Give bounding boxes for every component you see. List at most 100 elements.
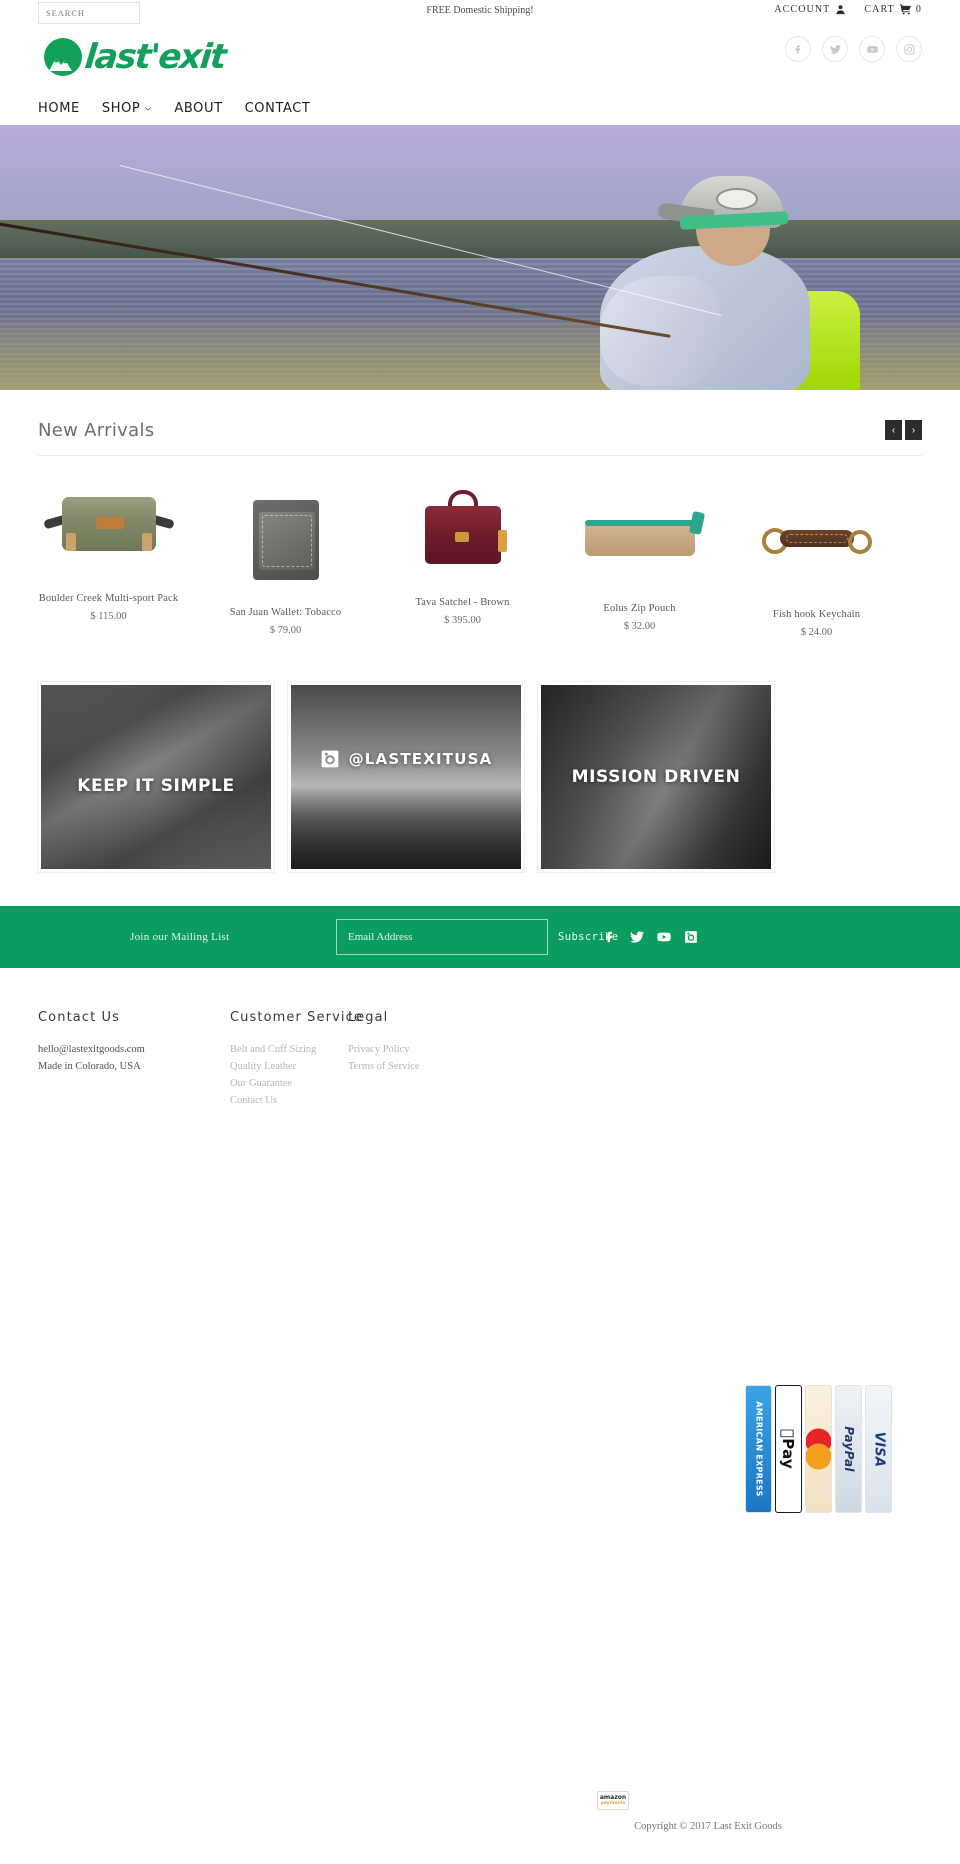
nav-item-home[interactable]: HOME xyxy=(38,101,80,116)
product-price: $ 115.00 xyxy=(90,611,127,622)
nav-label: CONTACT xyxy=(244,101,311,116)
product-image xyxy=(197,484,374,596)
paypal-label: PayPal xyxy=(841,1426,856,1472)
paypal-icon: PayPal xyxy=(835,1385,862,1513)
mastercard-icon xyxy=(805,1385,832,1513)
footer-link[interactable]: Quality Leather xyxy=(230,1058,348,1075)
product-image xyxy=(20,470,197,582)
search-input[interactable] xyxy=(46,8,139,18)
footer-origin: Made in Colorado, USA xyxy=(38,1061,141,1072)
user-icon xyxy=(836,5,845,15)
cart-link[interactable]: CART 0 xyxy=(864,4,922,15)
account-cart-group: ACCOUNT CART 0 xyxy=(774,4,922,15)
product-price: $ 24.00 xyxy=(800,627,833,638)
payment-methods: AMERICAN EXPRESS Pay PayPal VISA xyxy=(745,1385,892,1513)
product-title: Boulder Creek Multi-sport Pack xyxy=(38,593,179,604)
promo-tile-mission-driven[interactable]: MISSION DRIVEN xyxy=(538,682,774,872)
promo-tile-instagram[interactable]: @LASTEXITUSA xyxy=(288,682,524,872)
apple-pay-icon: Pay xyxy=(775,1385,802,1513)
amazon-payments-icon: amazon payments xyxy=(597,1791,629,1810)
account-link[interactable]: ACCOUNT xyxy=(774,4,846,15)
product-image xyxy=(551,480,728,592)
product-card[interactable]: San Juan Wallet: Tobacco $ 79.00 xyxy=(197,470,374,638)
footer-link[interactable]: Privacy Policy xyxy=(348,1041,548,1058)
nav-item-contact[interactable]: CONTACT xyxy=(245,101,311,116)
amazon-label: amazon xyxy=(599,1793,627,1801)
main-navigation: HOME SHOP ABOUT CONTACT xyxy=(0,92,960,125)
account-label: ACCOUNT xyxy=(774,4,831,15)
search-box[interactable] xyxy=(38,2,140,24)
instagram-icon xyxy=(321,750,338,768)
product-card[interactable]: Tava Satchel - Brown $ 395.00 xyxy=(374,470,551,638)
visa-icon: VISA xyxy=(865,1385,892,1513)
product-title: San Juan Wallet: Tobacco xyxy=(229,607,342,618)
email-field[interactable] xyxy=(336,919,548,955)
nav-item-shop[interactable]: SHOP xyxy=(102,101,153,116)
product-card[interactable]: Eolus Zip Pouch $ 32.00 xyxy=(551,470,728,638)
nav-item-about[interactable]: ABOUT xyxy=(174,101,222,116)
facebook-icon[interactable] xyxy=(785,36,811,62)
shipping-message: FREE Domestic Shipping! xyxy=(426,5,534,16)
logo-wordmark: last'exit xyxy=(82,37,228,77)
brand-row: last'exit xyxy=(0,36,960,92)
promo-tiles: KEEP IT SIMPLE @LASTEXITUSA MISSION DRIV… xyxy=(38,682,922,872)
footer-link[interactable]: Contact Us xyxy=(230,1092,348,1109)
mastercard-circles xyxy=(806,1428,831,1470)
cart-count: 0 xyxy=(915,4,922,15)
footer-heading: Contact Us xyxy=(38,1010,120,1025)
nav-label: SHOP xyxy=(101,101,141,116)
instagram-handle-group: @LASTEXITUSA xyxy=(320,749,493,769)
page-title: New Arrivals xyxy=(38,419,155,441)
nav-label: ABOUT xyxy=(174,101,223,116)
hero-angler xyxy=(520,146,860,390)
cart-label: CART xyxy=(864,4,895,15)
new-arrivals-header: New Arrivals ‹ › xyxy=(38,416,922,456)
footer-link[interactable]: Our Guarantee xyxy=(230,1075,348,1092)
utility-bar: FREE Domestic Shipping! ACCOUNT CART 0 xyxy=(0,0,960,36)
product-card[interactable]: Boulder Creek Multi-sport Pack $ 115.00 xyxy=(20,470,197,638)
site-footer: Contact Us hello@lastexitgoods.com Made … xyxy=(38,1010,922,1109)
wallet-illustration xyxy=(249,496,323,584)
american-express-icon: AMERICAN EXPRESS xyxy=(745,1385,772,1513)
promo-caption: MISSION DRIVEN xyxy=(571,767,741,787)
instagram-icon[interactable] xyxy=(896,36,922,62)
amazon-payments-label: payments xyxy=(600,1800,626,1806)
product-title: Tava Satchel - Brown xyxy=(415,597,510,608)
product-card[interactable]: Fish hook Keychain $ 24.00 xyxy=(728,470,905,638)
promo-tile-keep-it-simple[interactable]: KEEP IT SIMPLE xyxy=(38,682,274,872)
carousel-controls: ‹ › xyxy=(885,420,922,440)
keychain-illustration xyxy=(761,514,872,570)
twitter-icon[interactable] xyxy=(822,36,848,62)
chevron-down-icon xyxy=(145,106,152,111)
product-price: $ 395.00 xyxy=(444,615,481,626)
promo-caption: @LASTEXITUSA xyxy=(348,750,493,768)
product-carousel: Boulder Creek Multi-sport Pack $ 115.00 … xyxy=(20,470,940,638)
promo-caption: KEEP IT SIMPLE xyxy=(77,776,235,796)
amex-label: AMERICAN EXPRESS xyxy=(754,1401,764,1497)
nav-label: HOME xyxy=(38,101,80,116)
copyright-bar: Copyright © 2017 Last Exit Goods xyxy=(0,1821,960,1832)
hero-banner[interactable] xyxy=(0,125,960,390)
newsletter-label: Join our Mailing List xyxy=(130,931,230,943)
carousel-prev-button[interactable]: ‹ xyxy=(885,420,902,440)
newsletter-social-links xyxy=(603,930,698,944)
carousel-next-button[interactable]: › xyxy=(905,420,922,440)
facebook-icon[interactable] xyxy=(603,930,617,944)
product-title: Eolus Zip Pouch xyxy=(603,603,676,614)
product-image xyxy=(374,474,551,586)
cart-icon xyxy=(899,4,911,15)
instagram-icon[interactable] xyxy=(684,930,698,944)
product-title: Fish hook Keychain xyxy=(772,609,861,620)
product-price: $ 32.00 xyxy=(623,621,656,632)
zip-pouch-illustration xyxy=(581,510,705,560)
mountain-circle-icon xyxy=(44,38,82,76)
footer-column-contact: Contact Us hello@lastexitgoods.com Made … xyxy=(38,1010,230,1109)
youtube-icon[interactable] xyxy=(859,36,885,62)
apple-pay-label: Pay xyxy=(779,1429,798,1469)
site-logo[interactable]: last'exit xyxy=(44,37,228,77)
youtube-icon[interactable] xyxy=(657,930,671,944)
copyright-text: Copyright © 2017 Last Exit Goods xyxy=(634,1821,782,1832)
footer-link[interactable]: Belt and Cuff Sizing xyxy=(230,1041,348,1058)
footer-link[interactable]: Terms of Service xyxy=(348,1058,548,1075)
twitter-icon[interactable] xyxy=(630,930,644,944)
